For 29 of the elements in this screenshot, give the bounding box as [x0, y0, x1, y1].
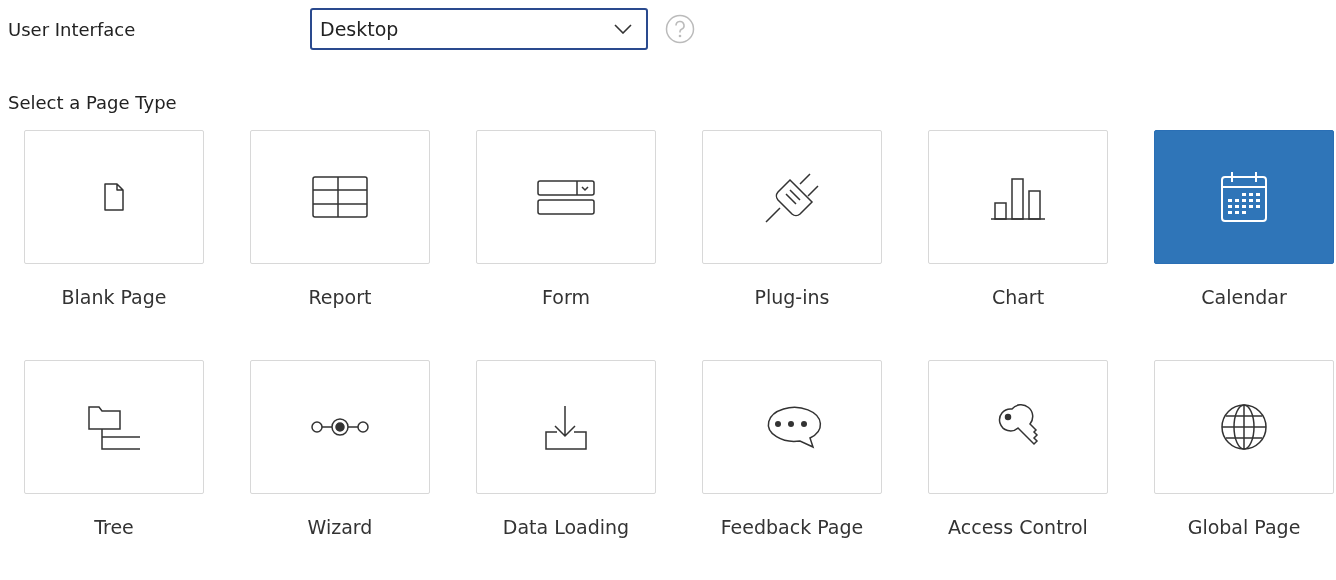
speech-bubble-icon — [765, 404, 819, 450]
form-icon — [537, 179, 595, 215]
page-type-label: Plug-ins — [754, 286, 830, 308]
page-type-label: Data Loading — [502, 516, 630, 538]
section-heading: Select a Page Type — [7, 91, 178, 115]
folder-tree-icon — [87, 404, 141, 450]
page-type-tile[interactable] — [1154, 130, 1334, 264]
page-type-label: Blank Page — [61, 286, 167, 308]
calendar-icon — [1220, 171, 1268, 223]
page-type-label: Report — [308, 286, 372, 308]
page-type-label: Access Control — [948, 516, 1088, 538]
chevron-down-icon — [614, 24, 632, 34]
page-type-label: Chart — [991, 286, 1045, 308]
page-icon — [103, 182, 125, 212]
help-icon[interactable] — [665, 14, 695, 44]
page-type-label: Form — [542, 286, 590, 308]
page-type-label: Calendar — [1201, 286, 1287, 308]
page-type-label: Tree — [94, 516, 134, 538]
field-label: User Interface — [7, 18, 137, 40]
table-icon — [312, 176, 368, 218]
interface-select[interactable]: Desktop — [310, 8, 648, 50]
page-type-label: Wizard — [307, 516, 373, 538]
page-type-label: Feedback Page — [720, 516, 864, 538]
download-icon — [544, 404, 588, 450]
key-icon — [998, 407, 1038, 447]
page-type-label: Global Page — [1187, 516, 1301, 538]
steps-icon — [310, 415, 370, 439]
globe-icon — [1220, 403, 1268, 451]
plug-icon — [764, 170, 820, 224]
